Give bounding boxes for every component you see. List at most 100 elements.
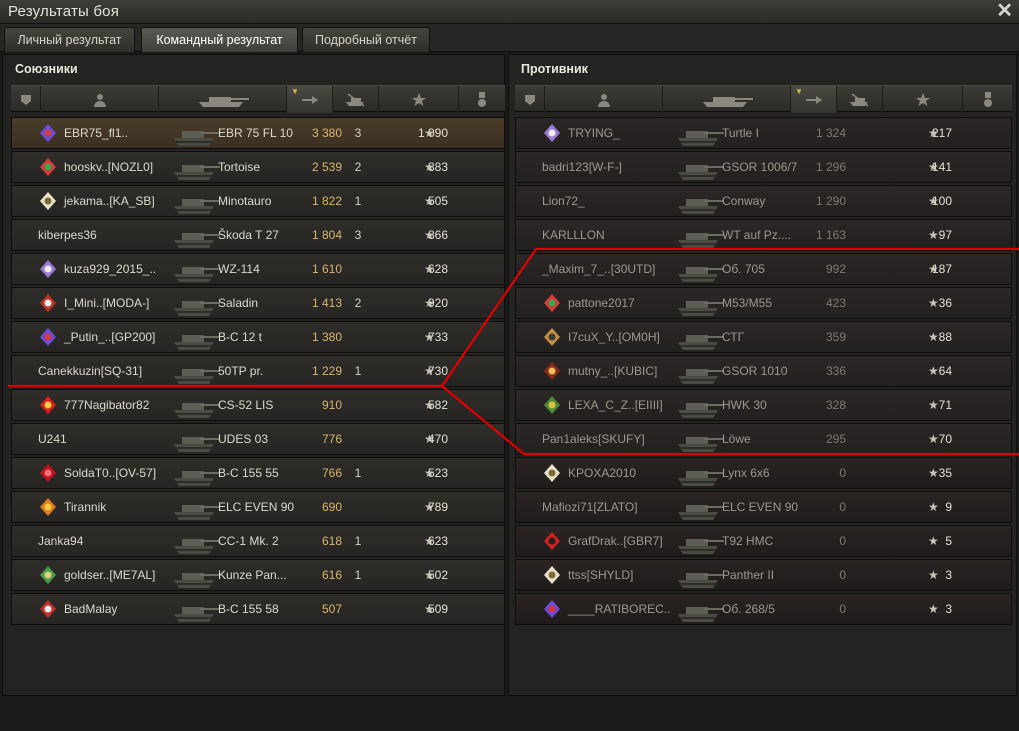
vehicle-name: HWK 30	[722, 398, 767, 412]
xp-value: 9	[945, 500, 952, 514]
vehicle-image	[174, 131, 220, 146]
xp-value: 3	[945, 568, 952, 582]
player-row[interactable]: 777Nagibator82 CS-52 LIS 910 582 ★	[11, 389, 505, 421]
player-row[interactable]: SoldaT0..[OV-57] B-C 155 55 766 1 523 ★	[11, 457, 505, 489]
player-row[interactable]: Canekkuzin[SQ-31] 50TP pr. 1 229 1 730 ★	[11, 355, 505, 387]
xp-star-icon: ★	[424, 432, 435, 446]
enemies-table-header: ▼	[515, 85, 1012, 113]
player-row[interactable]: LEXA_C_Z..[EIIII] HWK 30 328 71 ★	[515, 389, 1012, 421]
damage-value: 910	[321, 398, 342, 412]
vehicle-column-header[interactable]	[159, 86, 287, 113]
frags-value: 1	[354, 194, 362, 208]
tab-team-result[interactable]: Командный результат	[141, 27, 298, 52]
damage-value: 1 163	[815, 228, 846, 242]
player-row[interactable]: I_Mini..[MODA-] Saladin 1 413 2 920 ★	[11, 287, 505, 319]
player-column-header[interactable]	[41, 86, 159, 113]
medals-column-header[interactable]	[459, 86, 505, 113]
player-row[interactable]: TRYING_ Turtle I 1 324 217 ★	[515, 117, 1012, 149]
squad-column-header[interactable]	[11, 86, 41, 113]
vehicle-name: B-C 155 55	[218, 466, 279, 480]
xp-value: 470	[427, 432, 448, 446]
damage-value: 0	[839, 602, 846, 616]
xp-star-icon: ★	[424, 466, 435, 480]
xp-star-icon: ★	[928, 126, 939, 140]
player-row[interactable]: Lion72_ Conway 1 290 100 ★	[515, 185, 1012, 217]
player-row[interactable]: GrafDrak..[GBR7] T92 HMC 0 5 ★	[515, 525, 1012, 557]
vehicle-image	[174, 301, 220, 316]
xp-value: 866	[427, 228, 448, 242]
xp-value: 217	[931, 126, 952, 140]
frags-column-header[interactable]	[333, 86, 379, 113]
vehicle-name: GSOR 1006/7	[722, 160, 798, 174]
xp-value: 97	[938, 228, 952, 242]
player-row[interactable]: Janka94 CC-1 Mk. 2 618 1 623 ★	[11, 525, 505, 557]
xp-value: 623	[427, 534, 448, 548]
damage-column-header[interactable]: ▼	[791, 86, 837, 113]
tab-detailed-report[interactable]: Подробный отчёт	[302, 27, 430, 52]
player-row[interactable]: KPOXA2010 Lynx 6x6 0 35 ★	[515, 457, 1012, 489]
xp-star-icon: ★	[424, 398, 435, 412]
frags-column-header[interactable]	[837, 86, 883, 113]
player-row[interactable]: badri123[W-F-] GSOR 1006/7 1 296 141 ★	[515, 151, 1012, 183]
player-row[interactable]: pattone2017 M53/M55 423 36 ★	[515, 287, 1012, 319]
damage-value: 690	[321, 500, 342, 514]
xp-star-icon: ★	[424, 568, 435, 582]
frags-icon	[345, 92, 364, 107]
player-row[interactable]: Mafiozi71[ZLATO] ELC EVEN 90 0 9 ★	[515, 491, 1012, 523]
frags-value: 3	[354, 126, 362, 140]
damage-column-header[interactable]: ▼	[287, 86, 333, 113]
player-name: BadMalay	[64, 602, 118, 616]
xp-column-header[interactable]	[379, 86, 459, 113]
vehicle-name: Об. 705	[722, 262, 765, 276]
vehicle-name: EBR 75 FL 10	[218, 126, 293, 140]
xp-value: 920	[427, 296, 448, 310]
player-row[interactable]: kiberpes36 Škoda T 27 1 804 3 866 ★	[11, 219, 505, 251]
purple-diamond-icon	[544, 600, 560, 618]
player-row[interactable]: mutny_..[KUBIC] GSOR 1010 336 64 ★	[515, 355, 1012, 387]
player-icon	[597, 93, 610, 107]
vehicle-image	[174, 403, 220, 418]
player-row[interactable]: ____RATIBOREC.. Об. 268/5 0 3 ★	[515, 593, 1012, 625]
star-badge-icon	[544, 566, 560, 584]
player-row[interactable]: ttss[SHYLD] Panther II 0 3 ★	[515, 559, 1012, 591]
squad-column-header[interactable]	[515, 86, 545, 113]
player-row[interactable]: hooskv..[NOZL0] Tortoise 2 539 2 883 ★	[11, 151, 505, 183]
vehicle-name: СТГ	[722, 330, 745, 344]
player-row[interactable]: goldser..[ME7AL] Kunze Pan... 616 1 502 ★	[11, 559, 505, 591]
xp-value: 523	[427, 466, 448, 480]
player-icon	[93, 93, 106, 107]
vehicle-column-header[interactable]	[663, 86, 791, 113]
player-column-header[interactable]	[545, 86, 663, 113]
player-name: Pan1aleks[SKUFY]	[542, 432, 645, 446]
player-row[interactable]: U241 UDES 03 776 470 ★	[11, 423, 505, 455]
player-row[interactable]: I7cuX_Y..[OM0H] СТГ 359 88 ★	[515, 321, 1012, 353]
star-icon	[915, 92, 930, 106]
damage-value: 1 822	[311, 194, 342, 208]
damage-value: 0	[839, 500, 846, 514]
player-name: Tirannik	[64, 500, 107, 514]
close-icon[interactable]: ✕	[996, 0, 1013, 23]
player-row[interactable]: EBR75_fl1.. EBR 75 FL 10 3 380 3 1 090 ★	[11, 117, 505, 149]
player-row[interactable]: kuza929_2015_.. WZ-114 1 610 628 ★	[11, 253, 505, 285]
damage-value: 0	[839, 466, 846, 480]
player-row[interactable]: Pan1aleks[SKUFY] Löwe 295 70 ★	[515, 423, 1012, 455]
xp-column-header[interactable]	[883, 86, 963, 113]
player-row[interactable]: _Maxim_7_..[30UTD] Об. 705 992 187 ★	[515, 253, 1012, 285]
player-name: I_Mini..[MODA-]	[64, 296, 150, 310]
player-row[interactable]: _Putin_..[GP200] B-C 12 t 1 380 733 ★	[11, 321, 505, 353]
tab-personal-result[interactable]: Личный результат	[4, 27, 135, 52]
vehicle-image	[174, 573, 220, 588]
player-row[interactable]: KARLLLON WT auf Pz.... 1 163 97 ★	[515, 219, 1012, 251]
damage-value: 1 413	[311, 296, 342, 310]
damage-icon	[805, 95, 822, 104]
xp-value: 5	[945, 534, 952, 548]
player-name: I7cuX_Y..[OM0H]	[568, 330, 660, 344]
medals-column-header[interactable]	[963, 86, 1012, 113]
damage-value: 776	[321, 432, 342, 446]
vehicle-image	[678, 369, 724, 384]
tank-icon	[198, 96, 249, 107]
player-row[interactable]: BadMalay B-C 155 58 507 509 ★	[11, 593, 505, 625]
player-row[interactable]: Tirannik ELC EVEN 90 690 789 ★	[11, 491, 505, 523]
player-row[interactable]: jekama..[KA_SB] Minotauro 1 822 1 505 ★	[11, 185, 505, 217]
frags-value	[352, 594, 364, 624]
